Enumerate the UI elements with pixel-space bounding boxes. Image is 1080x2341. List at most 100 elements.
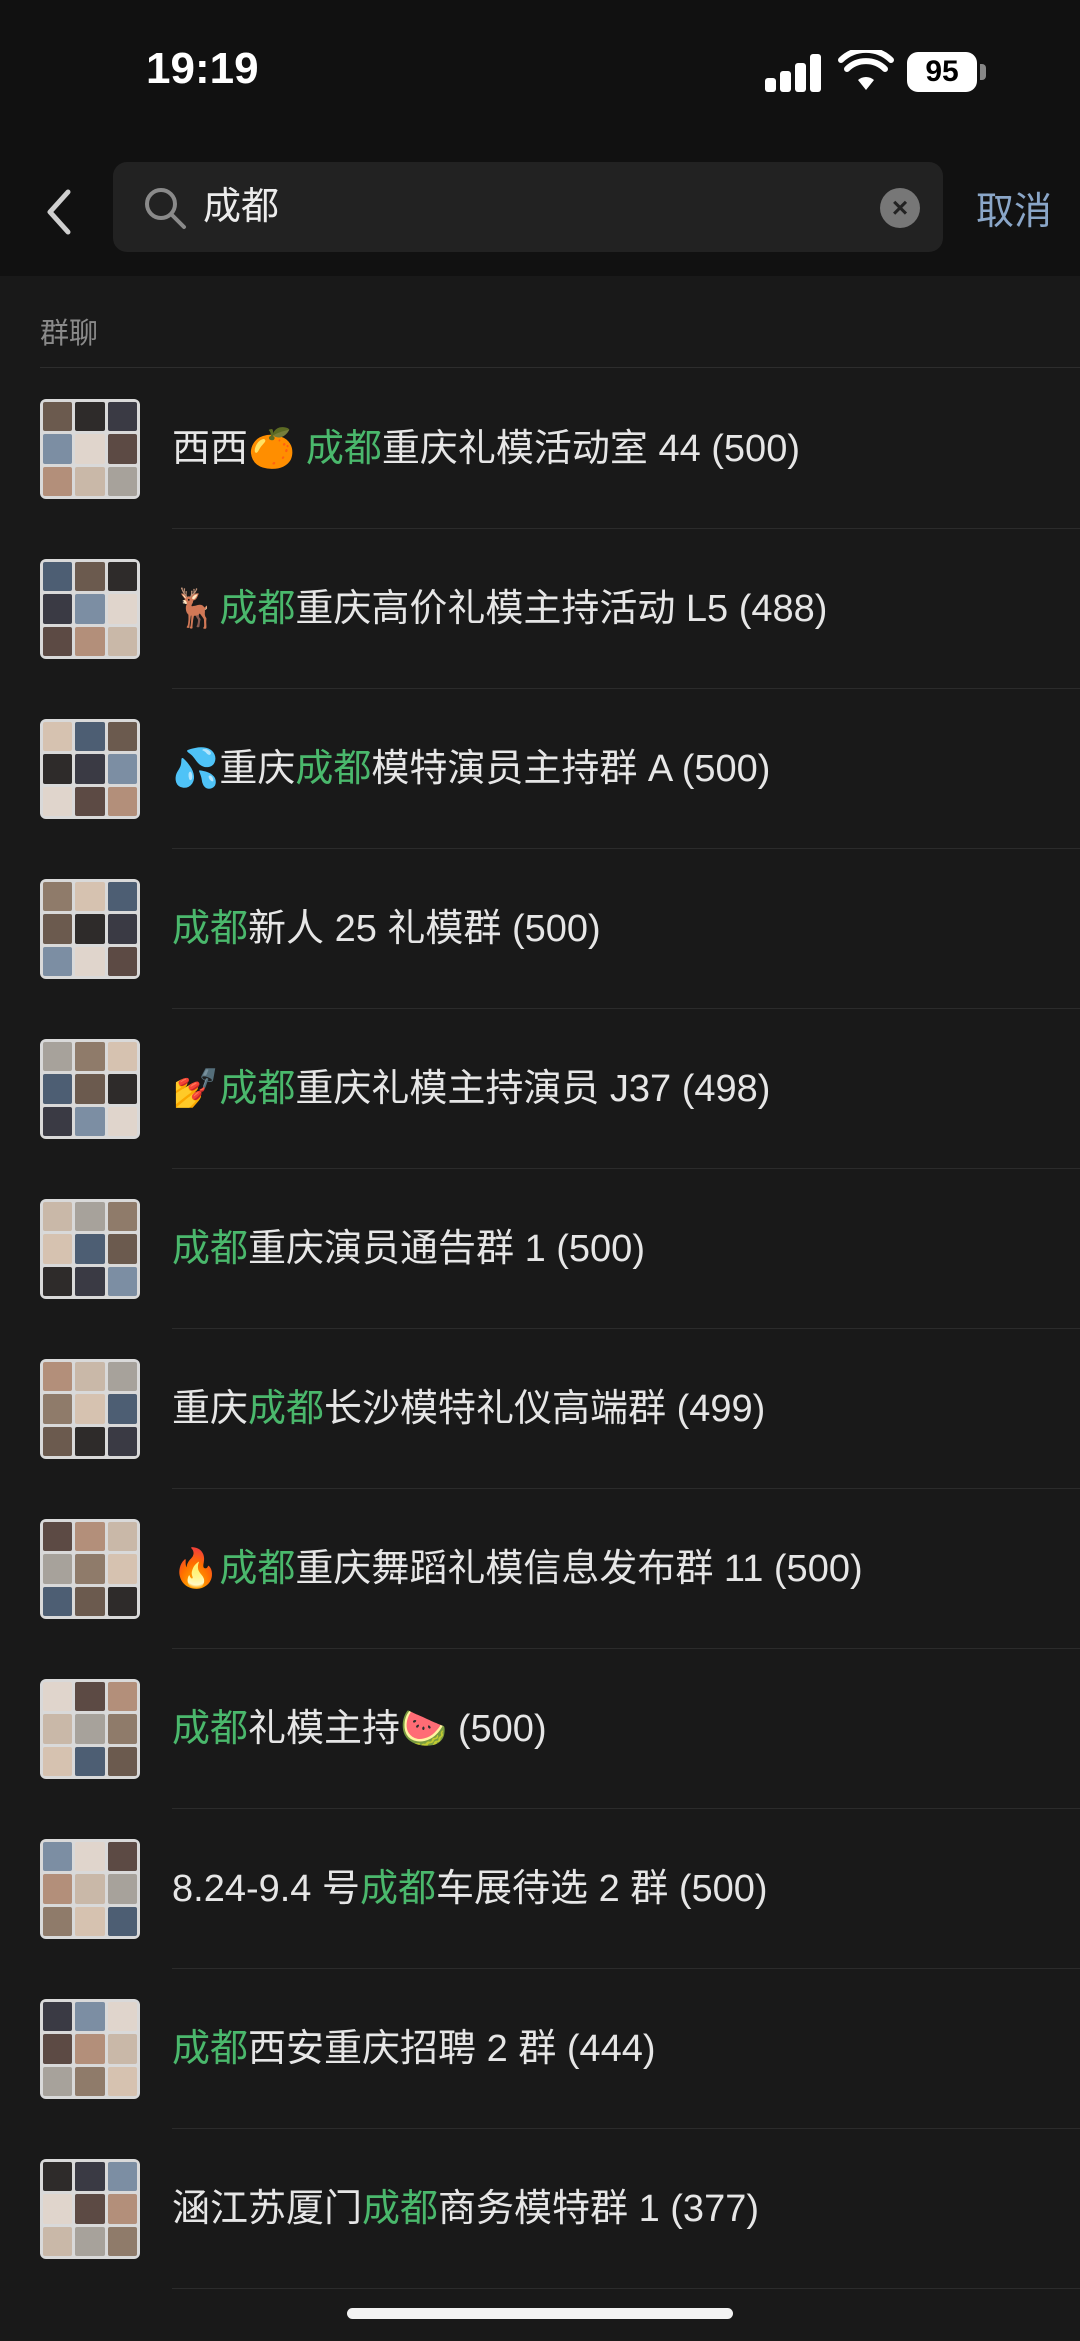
avatar-tile bbox=[107, 562, 137, 592]
group-avatar bbox=[40, 1519, 140, 1619]
avatar-tile bbox=[75, 1714, 105, 1744]
group-row[interactable]: 💦重庆成都模特演员主持群 A (500) bbox=[0, 689, 1080, 849]
avatar-tile bbox=[43, 786, 73, 816]
group-name: 成都新人 25 礼模群 (500) bbox=[172, 849, 601, 1009]
avatar-tile bbox=[107, 1586, 137, 1616]
avatar-tile bbox=[75, 2002, 105, 2032]
avatar-tile bbox=[75, 466, 105, 496]
battery-tip bbox=[980, 64, 986, 80]
group-row[interactable]: 成都新人 25 礼模群 (500) bbox=[0, 849, 1080, 1009]
avatar-tile bbox=[75, 1042, 105, 1072]
group-row[interactable]: 🔥成都重庆舞蹈礼模信息发布群 11 (500) bbox=[0, 1489, 1080, 1649]
avatar-tile bbox=[43, 1394, 73, 1424]
avatar-tile bbox=[107, 1906, 137, 1936]
avatar-tile bbox=[43, 1522, 73, 1552]
group-name-prefix: 西西🍊 bbox=[172, 428, 306, 470]
avatar-tile bbox=[107, 1234, 137, 1264]
avatar-tile bbox=[75, 1746, 105, 1776]
search-header: 成都 × 取消 bbox=[0, 150, 1080, 276]
avatar-tile bbox=[107, 1106, 137, 1136]
group-chat-list: 西西🍊 成都重庆礼模活动室 44 (500) 🦌成都重庆高价礼模主持活动 L5 (… bbox=[0, 369, 1080, 2289]
avatar-tile bbox=[43, 1202, 73, 1232]
avatar-tile bbox=[75, 1522, 105, 1552]
avatar-tile bbox=[43, 1042, 73, 1072]
avatar-tile bbox=[43, 1682, 73, 1712]
avatar-tile bbox=[75, 2162, 105, 2192]
group-name-suffix: 重庆演员通告群 1 (500) bbox=[248, 1228, 645, 1270]
group-name: 成都礼模主持🍉 (500) bbox=[172, 1649, 547, 1809]
group-avatar bbox=[40, 719, 140, 819]
avatar-tile bbox=[75, 914, 105, 944]
group-name: 💅成都重庆礼模主持演员 J37 (498) bbox=[172, 1009, 770, 1169]
group-avatar bbox=[40, 2159, 140, 2259]
avatar-tile bbox=[43, 1874, 73, 1904]
group-name: 🦌成都重庆高价礼模主持活动 L5 (488) bbox=[172, 529, 827, 689]
avatar-tile bbox=[107, 1202, 137, 1232]
group-name-suffix: 商务模特群 1 (377) bbox=[438, 2188, 759, 2230]
avatar-tile bbox=[107, 1554, 137, 1584]
search-input[interactable]: 成都 × bbox=[113, 162, 943, 252]
group-avatar bbox=[40, 1679, 140, 1779]
status-time: 19:19 bbox=[146, 44, 259, 93]
group-avatar bbox=[40, 1839, 140, 1939]
back-chevron-icon[interactable] bbox=[40, 182, 76, 242]
group-name-match: 成都 bbox=[172, 2028, 249, 2070]
search-icon bbox=[145, 188, 186, 229]
avatar-tile bbox=[107, 1266, 137, 1296]
avatar-tile bbox=[75, 626, 105, 656]
group-row[interactable]: 成都西安重庆招聘 2 群 (444) bbox=[0, 1969, 1080, 2129]
avatar-tile bbox=[43, 946, 73, 976]
avatar-tile bbox=[43, 2226, 73, 2256]
avatar-tile bbox=[75, 2034, 105, 2064]
avatar-tile bbox=[75, 1586, 105, 1616]
avatar-tile bbox=[43, 1106, 73, 1136]
avatar-tile bbox=[75, 1362, 105, 1392]
avatar-tile bbox=[107, 594, 137, 624]
group-name-suffix: 长沙模特礼仪高端群 (499) bbox=[324, 1388, 766, 1430]
avatar-tile bbox=[75, 1682, 105, 1712]
avatar-tile bbox=[107, 626, 137, 656]
avatar-tile bbox=[75, 1842, 105, 1872]
group-name: 8.24-9.4 号成都车展待选 2 群 (500) bbox=[172, 1809, 768, 1969]
group-avatar bbox=[40, 559, 140, 659]
avatar-tile bbox=[107, 914, 137, 944]
avatar-tile bbox=[43, 466, 73, 496]
group-row[interactable]: 重庆成都长沙模特礼仪高端群 (499) bbox=[0, 1329, 1080, 1489]
avatar-tile bbox=[107, 882, 137, 912]
group-row[interactable]: 成都礼模主持🍉 (500) bbox=[0, 1649, 1080, 1809]
section-label: 群聊 bbox=[40, 318, 99, 350]
avatar-tile bbox=[43, 1842, 73, 1872]
group-name-match: 成都 bbox=[305, 428, 382, 470]
group-name-match: 成都 bbox=[248, 1388, 325, 1430]
group-name-match: 成都 bbox=[219, 1068, 296, 1110]
avatar-tile bbox=[107, 1746, 137, 1776]
avatar-tile bbox=[107, 2002, 137, 2032]
avatar-tile bbox=[43, 1586, 73, 1616]
home-indicator bbox=[347, 2308, 733, 2319]
avatar-tile bbox=[43, 1362, 73, 1392]
group-row[interactable]: 成都重庆演员通告群 1 (500) bbox=[0, 1169, 1080, 1329]
cancel-button[interactable]: 取消 bbox=[976, 180, 1052, 235]
avatar-tile bbox=[107, 1842, 137, 1872]
group-name: 涵江苏厦门成都商务模特群 1 (377) bbox=[172, 2129, 759, 2289]
avatar-tile bbox=[43, 1234, 73, 1264]
battery-icon: 95 bbox=[907, 52, 977, 92]
group-row[interactable]: 涵江苏厦门成都商务模特群 1 (377) bbox=[0, 2129, 1080, 2289]
search-query[interactable]: 成都 bbox=[203, 162, 279, 252]
group-row[interactable]: 8.24-9.4 号成都车展待选 2 群 (500) bbox=[0, 1809, 1080, 1969]
avatar-tile bbox=[75, 1394, 105, 1424]
group-row[interactable]: 💅成都重庆礼模主持演员 J37 (498) bbox=[0, 1009, 1080, 1169]
avatar-tile bbox=[107, 2226, 137, 2256]
group-name-prefix: 💅 bbox=[172, 1068, 220, 1110]
group-row[interactable]: 西西🍊 成都重庆礼模活动室 44 (500) bbox=[0, 369, 1080, 529]
clear-icon[interactable]: × bbox=[880, 188, 920, 228]
group-row[interactable]: 🦌成都重庆高价礼模主持活动 L5 (488) bbox=[0, 529, 1080, 689]
avatar-tile bbox=[107, 402, 137, 432]
avatar-tile bbox=[75, 722, 105, 752]
avatar-tile bbox=[75, 1426, 105, 1456]
avatar-tile bbox=[43, 2066, 73, 2096]
avatar-tile bbox=[107, 722, 137, 752]
group-name-prefix: 8.24-9.4 号 bbox=[172, 1868, 360, 1910]
group-avatar bbox=[40, 1999, 140, 2099]
group-name-suffix: 车展待选 2 群 (500) bbox=[436, 1868, 768, 1910]
